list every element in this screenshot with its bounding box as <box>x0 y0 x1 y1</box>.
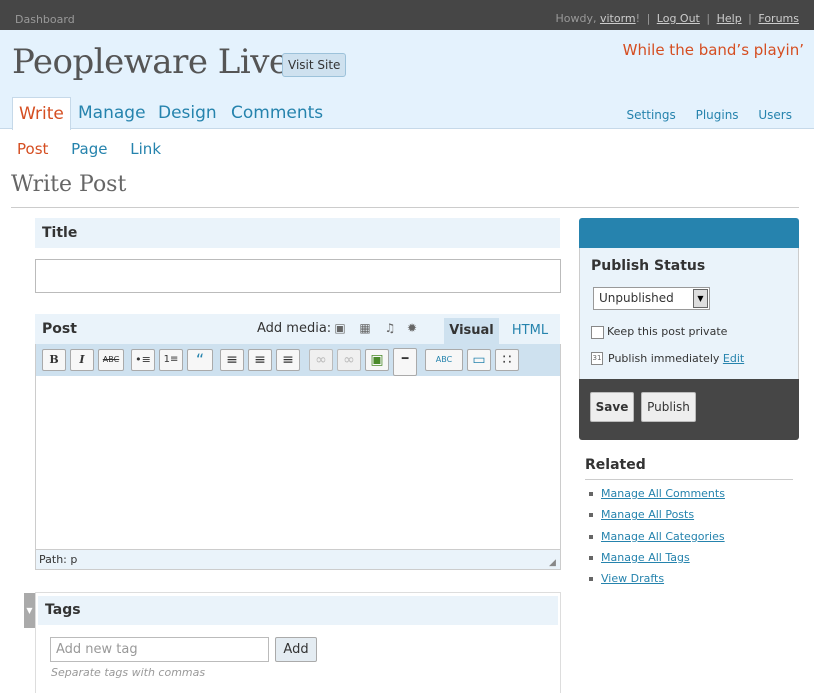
fullscreen-button[interactable]: ▭ <box>467 349 491 371</box>
subnav-post[interactable]: Post <box>17 140 48 158</box>
publish-immediately-text: Publish immediately <box>608 352 720 365</box>
username-link[interactable]: vitorm <box>600 12 636 25</box>
divider <box>585 479 793 480</box>
related-heading: Related <box>585 457 646 473</box>
howdy-excl: ! <box>635 12 641 25</box>
logout-link[interactable]: Log Out <box>657 12 700 25</box>
list-item: Manage All Categories <box>589 530 725 551</box>
tab-write[interactable]: Write <box>12 97 71 130</box>
related-link[interactable]: View Drafts <box>601 572 664 585</box>
subnav-link[interactable]: Link <box>130 140 161 158</box>
publish-box-header <box>579 218 799 248</box>
tab-design[interactable]: Design <box>152 97 223 129</box>
tab-visual[interactable]: Visual <box>444 318 499 344</box>
subnav-page[interactable]: Page <box>71 140 107 158</box>
separator: | <box>748 12 752 25</box>
separator: | <box>706 12 711 25</box>
editor-path-bar: Path: p <box>35 549 561 570</box>
side-nav: Settings Plugins Users <box>611 108 792 122</box>
editor-content-area[interactable] <box>35 376 561 549</box>
dashboard-link[interactable]: Dashboard <box>15 13 75 26</box>
blog-title: Peopleware Live <box>12 42 289 82</box>
align-right-button[interactable]: ≡ <box>276 349 300 371</box>
tags-box-header: Tags <box>38 596 558 625</box>
list-item: Manage All Tags <box>589 551 725 572</box>
edit-timestamp-link[interactable]: Edit <box>723 352 744 365</box>
numbered-list-button[interactable]: 1≡ <box>159 349 183 371</box>
add-media-label: Add media: <box>257 321 332 336</box>
tab-comments[interactable]: Comments <box>225 97 329 129</box>
editor-toolbar: B I ABC •≡ 1≡ “ ≡ ≡ ≡ ∞ ∞ ▣ ━ ABC ▭ ∷ <box>35 344 561 376</box>
add-tag-button[interactable]: Add <box>275 637 317 662</box>
sun-icon[interactable]: ✹ <box>406 322 418 334</box>
list-item: Manage All Comments <box>589 487 725 508</box>
plugins-link[interactable]: Plugins <box>696 108 739 122</box>
kitchen-sink-button[interactable]: ∷ <box>495 349 519 371</box>
image-icon[interactable]: ▣ <box>334 322 346 334</box>
bold-button[interactable]: B <box>42 349 66 371</box>
private-label: Keep this post private <box>607 325 728 338</box>
italic-button[interactable]: I <box>70 349 94 371</box>
title-box-header: Title <box>35 218 560 248</box>
tags-hint: Separate tags with commas <box>51 666 206 679</box>
blockquote-button[interactable]: “ <box>187 349 213 371</box>
new-tag-input[interactable]: Add new tag <box>50 637 269 662</box>
title-input[interactable] <box>35 259 561 293</box>
resize-handle-icon[interactable]: ◢ <box>549 558 559 568</box>
triangle-down-icon[interactable]: ▼ <box>24 593 35 628</box>
tab-html[interactable]: HTML <box>505 318 555 344</box>
publish-button[interactable]: Publish <box>641 392 696 422</box>
save-button[interactable]: Save <box>590 392 634 422</box>
user-links: Howdy, vitorm! | Log Out | Help | Forums <box>555 12 799 25</box>
help-link[interactable]: Help <box>717 12 742 25</box>
related-list: Manage All Comments Manage All Posts Man… <box>589 487 725 593</box>
related-link[interactable]: Manage All Posts <box>601 508 694 521</box>
page-title: Write Post <box>11 172 127 197</box>
howdy-text: Howdy, <box>555 12 597 25</box>
publish-time-text: Publish immediately Edit <box>608 352 744 365</box>
related-link[interactable]: Manage All Tags <box>601 551 690 564</box>
gallery-icon[interactable]: ▦ <box>359 322 371 334</box>
related-link[interactable]: Manage All Comments <box>601 487 725 500</box>
chevron-down-icon[interactable]: ▼ <box>693 289 708 308</box>
blog-header: Peopleware Live Visit Site While the ban… <box>0 30 814 130</box>
publish-status-label: Publish Status <box>591 258 706 274</box>
insert-image-button[interactable]: ▣ <box>365 349 389 371</box>
visit-site-button[interactable]: Visit Site <box>282 53 347 77</box>
blog-tagline: While the band’s playin’ <box>622 41 804 59</box>
settings-link[interactable]: Settings <box>627 108 676 122</box>
users-link[interactable]: Users <box>758 108 792 122</box>
tab-manage[interactable]: Manage <box>72 97 152 129</box>
unlink-button[interactable]: ∞ <box>337 349 361 371</box>
divider <box>11 207 799 208</box>
bullet-list-button[interactable]: •≡ <box>131 349 155 371</box>
calendar-icon: 31 <box>591 352 603 365</box>
spellcheck-button[interactable]: ABC <box>425 349 463 371</box>
list-item: View Drafts <box>589 572 725 593</box>
private-checkbox[interactable] <box>591 326 604 339</box>
list-item: Manage All Posts <box>589 508 725 529</box>
sub-nav: Post Page Link <box>17 140 179 158</box>
align-left-button[interactable]: ≡ <box>220 349 244 371</box>
admin-topbar: Dashboard Howdy, vitorm! | Log Out | Hel… <box>0 0 814 30</box>
align-center-button[interactable]: ≡ <box>248 349 272 371</box>
link-button[interactable]: ∞ <box>309 349 333 371</box>
music-icon[interactable]: ♫ <box>384 322 396 334</box>
related-link[interactable]: Manage All Categories <box>601 530 725 543</box>
separator: | <box>646 12 651 25</box>
insert-more-button[interactable]: ━ <box>393 348 417 376</box>
strikethrough-button[interactable]: ABC <box>98 349 124 371</box>
forums-link[interactable]: Forums <box>758 12 799 25</box>
